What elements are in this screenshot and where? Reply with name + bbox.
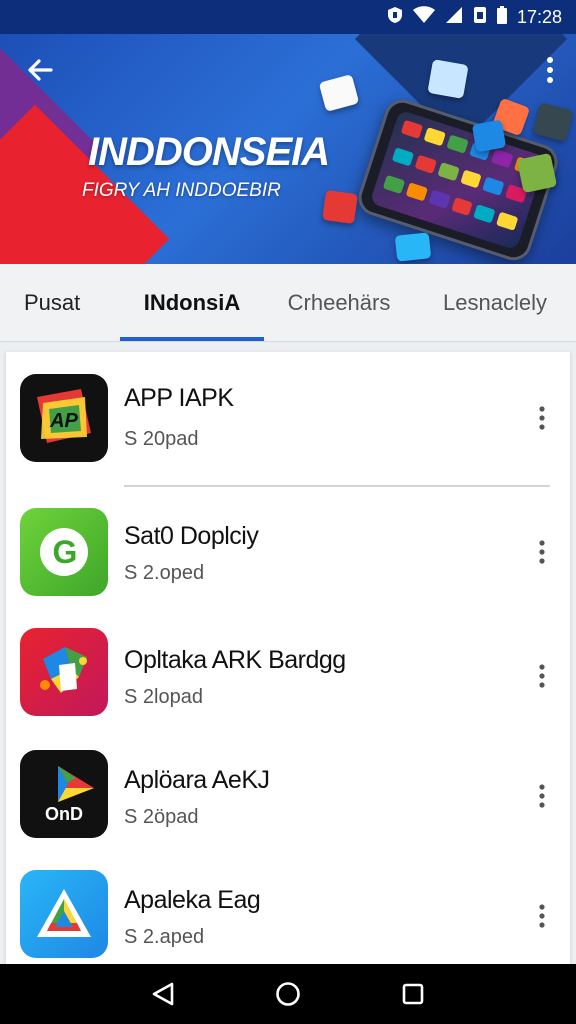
app-list: AP APP IAPK S 20pad G Sat0 Doplciy S 2.o… <box>6 352 570 964</box>
app-size: S 2lopad <box>124 686 203 708</box>
floating-app-icon <box>532 102 574 142</box>
status-time: 17:28 <box>516 6 562 27</box>
item-overflow-button[interactable] <box>530 896 554 936</box>
floating-app-icon <box>322 189 358 225</box>
more-vertical-icon <box>547 57 553 83</box>
status-bar: 17:28 <box>0 0 576 34</box>
floating-app-icon <box>471 119 507 153</box>
app-size: S 2.oped <box>124 562 205 584</box>
divider <box>124 485 550 487</box>
list-item[interactable]: G Sat0 Doplciy S 2.oped <box>6 492 570 612</box>
wifi-icon <box>412 6 435 28</box>
tab-bar: Pusat INdonsiA Crheehärs Lesnaclely <box>0 264 576 342</box>
triangle-logo-icon <box>20 870 108 958</box>
app-name: Aplöara AeKJ <box>124 766 270 794</box>
app-name: APP IAPK <box>124 384 234 412</box>
tab-crheehars[interactable]: Crheehärs <box>264 264 414 341</box>
app-name: Apaleka Eag <box>124 886 261 914</box>
list-item[interactable]: Apaleka Eag S 2.aped <box>6 856 570 964</box>
ap-logo-text: AP <box>49 410 78 432</box>
green-g-text: G <box>53 534 78 570</box>
more-vertical-icon <box>539 904 545 928</box>
item-overflow-button[interactable] <box>530 656 554 696</box>
list-item[interactable]: AP APP IAPK S 20pad <box>6 352 570 472</box>
green-g-icon: G <box>20 508 108 596</box>
shield-icon <box>387 6 403 28</box>
ap-logo-icon: AP <box>20 374 108 462</box>
hero-banner: INDDONSEIA FIGRY AH INDDOEBIR <box>0 34 576 264</box>
tab-pusat[interactable]: Pusat <box>0 264 120 341</box>
nav-recents-button[interactable] <box>393 974 433 1014</box>
floating-app-icon <box>516 152 558 194</box>
colorful-puzzle-icon <box>20 628 108 716</box>
more-vertical-icon <box>539 664 545 688</box>
nav-back-button[interactable] <box>143 974 183 1014</box>
list-item[interactable]: OnD Aplöara AeKJ S 2öpad <box>6 736 570 856</box>
hero-subtitle: FIGRY AH INDDOEBIR <box>82 180 281 201</box>
nav-recents-icon <box>403 983 424 1005</box>
overflow-menu-button[interactable] <box>538 52 562 88</box>
signal-icon <box>445 6 463 28</box>
nav-home-button[interactable] <box>268 974 308 1014</box>
app-size: S 2öpad <box>124 806 199 828</box>
tab-lesnaclely[interactable]: Lesnaclely <box>414 264 576 341</box>
back-button[interactable] <box>20 50 60 90</box>
app-size: S 20pad <box>124 428 199 450</box>
tab-indonsia[interactable]: INdonsiA <box>120 264 264 341</box>
nav-back-icon <box>152 982 173 1006</box>
floating-app-icon <box>427 59 469 99</box>
more-vertical-icon <box>539 784 545 808</box>
sim-icon <box>473 6 487 28</box>
item-overflow-button[interactable] <box>530 532 554 572</box>
item-overflow-button[interactable] <box>530 776 554 816</box>
play-store-icon: OnD <box>20 750 108 838</box>
app-name: Sat0 Doplciy <box>124 522 259 550</box>
app-size: S 2.aped <box>124 926 205 948</box>
more-vertical-icon <box>539 540 545 564</box>
system-nav-bar <box>0 964 576 1024</box>
more-vertical-icon <box>539 406 545 430</box>
nav-home-icon <box>276 982 300 1006</box>
play-store-text: OnD <box>45 804 83 824</box>
list-item[interactable]: Opltaka ARK Bardgg S 2lopad <box>6 614 570 734</box>
app-name: Opltaka ARK Bardgg <box>124 646 346 674</box>
floating-app-icon <box>394 232 432 262</box>
battery-icon <box>496 6 507 28</box>
item-overflow-button[interactable] <box>530 398 554 438</box>
hero-title: INDDONSEIA <box>88 130 330 174</box>
floating-app-icon <box>318 74 360 112</box>
arrow-left-icon <box>28 59 53 81</box>
